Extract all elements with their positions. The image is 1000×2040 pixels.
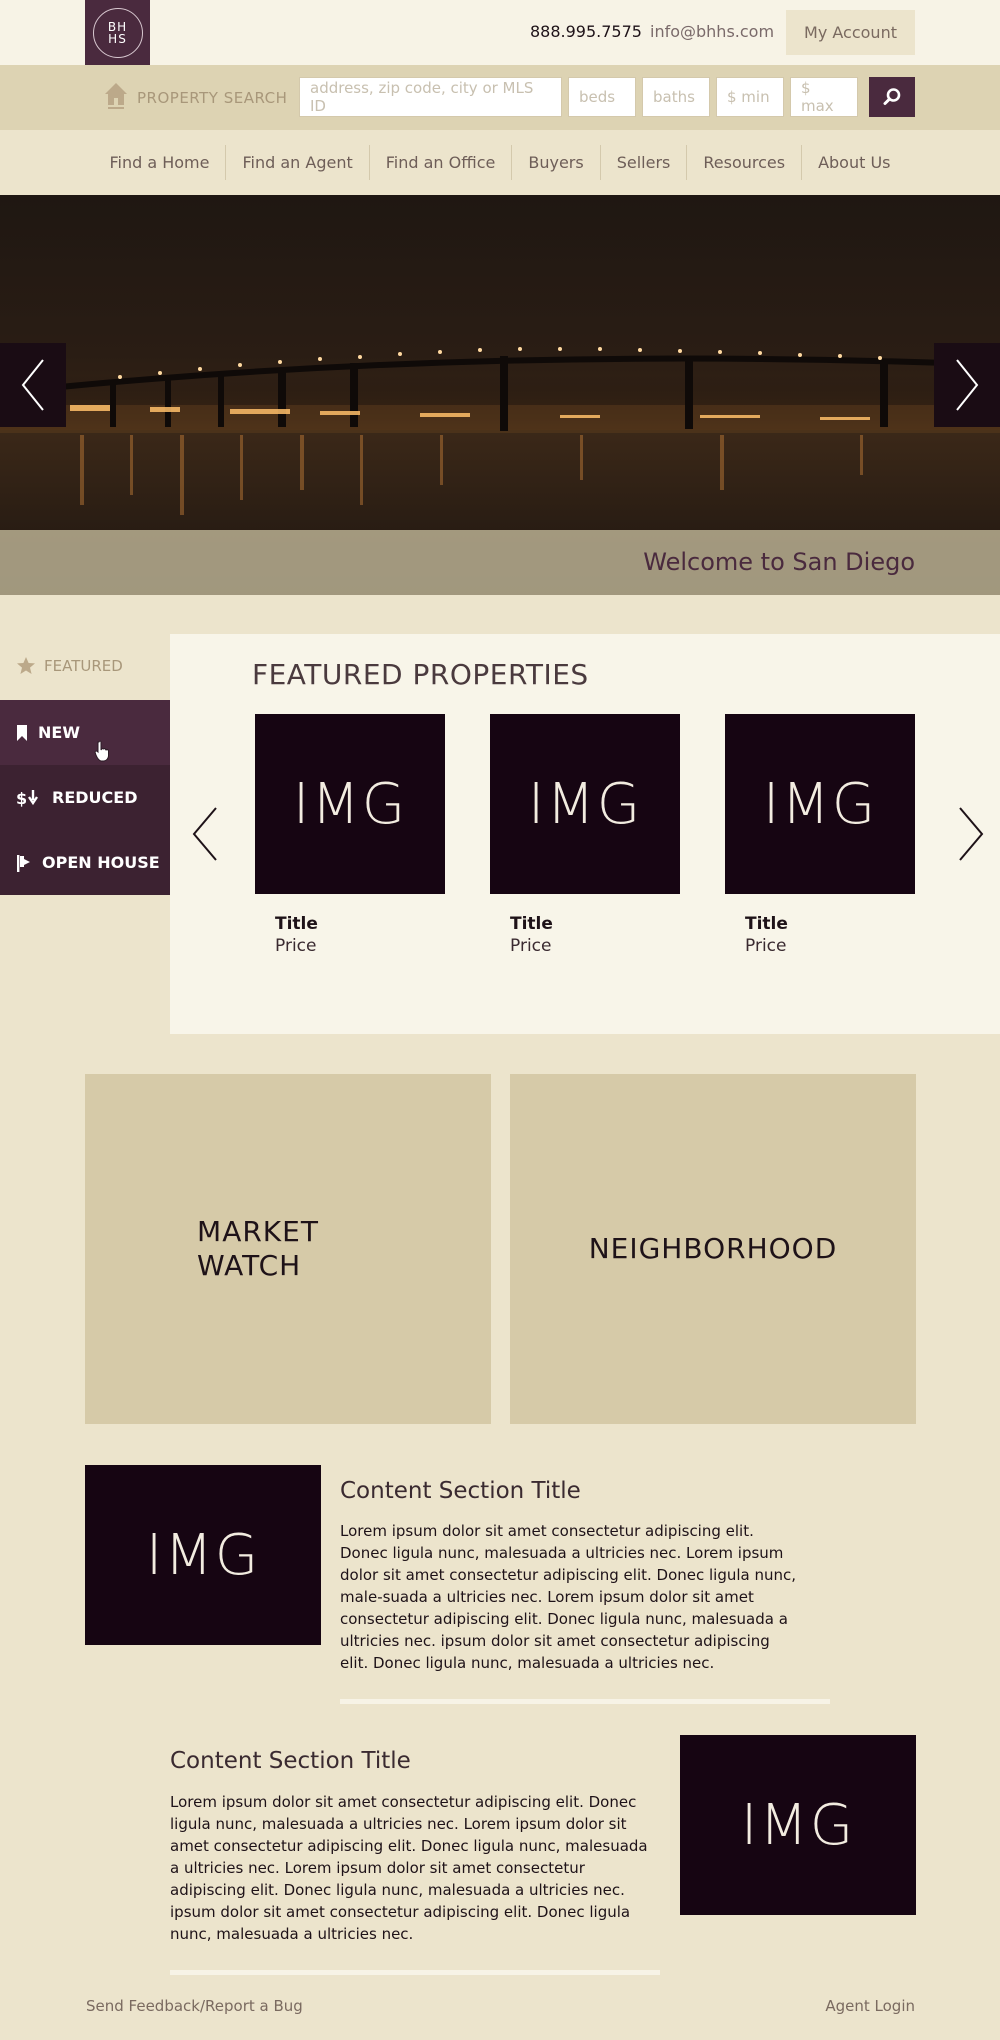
market-watch-label: MARKET WATCH — [197, 1215, 319, 1283]
top-bar: BH HS 888.995.7575 info@bhhs.com My Acco… — [0, 0, 1000, 65]
price-reduced-icon: $ — [16, 789, 38, 807]
property-image: IMG — [255, 714, 445, 894]
content-section-title: Content Section Title — [340, 1478, 581, 1504]
address-search-input[interactable]: address, zip code, city or MLS ID — [299, 77, 562, 117]
hero-caption-bar: Welcome to San Diego — [0, 530, 1000, 595]
neighborhood-tile[interactable]: NEIGHBORHOOD — [510, 1074, 916, 1424]
min-price-input[interactable]: $ min — [716, 77, 784, 117]
address-placeholder: address, zip code, city or MLS ID — [310, 79, 534, 115]
property-title: Title — [275, 914, 318, 934]
nav-find-an-agent[interactable]: Find an Agent — [225, 145, 368, 180]
max-price-placeholder: $ max — [801, 79, 834, 115]
house-icon — [105, 83, 127, 109]
featured-properties-title: FEATURED PROPERTIES — [252, 658, 589, 691]
property-title: Title — [510, 914, 553, 934]
content-section-body: Lorem ipsum dolor sit amet consectetur a… — [340, 1522, 797, 1672]
market-watch-line2: WATCH — [197, 1249, 302, 1282]
property-price: Price — [745, 936, 787, 956]
property-search-label: PROPERTY SEARCH — [137, 89, 288, 107]
nav-sellers[interactable]: Sellers — [599, 145, 687, 180]
property-price: Price — [510, 936, 552, 956]
hero-caption: Welcome to San Diego — [643, 548, 915, 576]
max-price-input[interactable]: $ max — [790, 77, 858, 117]
nav-find-a-home[interactable]: Find a Home — [93, 145, 225, 180]
tab-open-house[interactable]: OPEN HOUSE — [0, 830, 170, 895]
hero-prev-button[interactable] — [0, 343, 66, 427]
svg-text:$: $ — [16, 789, 27, 807]
search-icon — [883, 88, 901, 105]
property-image: IMG — [725, 714, 915, 894]
my-account-button[interactable]: My Account — [786, 10, 915, 55]
phone-number[interactable]: 888.995.7575 — [530, 22, 642, 41]
logo-seal: BH HS — [92, 7, 143, 58]
property-card[interactable]: IMG Title Price — [725, 714, 915, 956]
tab-open-house-label: OPEN HOUSE — [42, 853, 160, 872]
carousel-prev-icon[interactable] — [188, 804, 228, 864]
property-price: Price — [275, 936, 317, 956]
main-nav: Find a Home Find an Agent Find an Office… — [0, 130, 1000, 195]
section-divider — [170, 1970, 660, 1975]
neighborhood-label: NEIGHBORHOOD — [588, 1232, 838, 1265]
baths-input[interactable]: baths — [642, 77, 710, 117]
section-divider — [340, 1699, 830, 1704]
property-image: IMG — [490, 714, 680, 894]
featured-label-text: FEATURED — [44, 657, 123, 675]
hero-next-button[interactable] — [934, 343, 1000, 427]
property-title: Title — [745, 914, 788, 934]
nav-buyers[interactable]: Buyers — [511, 145, 599, 180]
logo-text: BH HS — [107, 19, 128, 46]
tab-new[interactable]: NEW — [0, 700, 170, 765]
carousel-next-icon[interactable] — [952, 804, 992, 864]
flag-icon — [17, 854, 30, 872]
featured-label: FEATURED — [16, 656, 123, 676]
bookmark-icon — [17, 724, 27, 741]
tab-new-label: NEW — [38, 723, 80, 742]
agent-login-link[interactable]: Agent Login — [825, 1997, 915, 2015]
chevron-left-icon — [21, 359, 44, 411]
nav-about-us[interactable]: About Us — [801, 145, 906, 180]
market-watch-tile[interactable]: MARKET WATCH — [85, 1074, 491, 1424]
beds-input[interactable]: beds — [568, 77, 636, 117]
nav-find-an-office[interactable]: Find an Office — [368, 145, 512, 180]
tab-reduced[interactable]: $ REDUCED — [0, 765, 170, 830]
property-card[interactable]: IMG Title Price — [255, 714, 445, 956]
min-price-placeholder: $ min — [727, 88, 770, 106]
bhhs-logo[interactable]: BH HS — [85, 0, 150, 65]
market-watch-line1: MARKET — [197, 1215, 319, 1248]
content-section-title: Content Section Title — [170, 1748, 411, 1774]
featured-section: FEATURED NEW $ REDUCED OPEN HOUSE FEATUR… — [0, 634, 1000, 1034]
baths-placeholder: baths — [653, 88, 695, 106]
beds-placeholder: beds — [579, 88, 616, 106]
chevron-right-icon — [956, 359, 979, 411]
send-feedback-link[interactable]: Send Feedback/Report a Bug — [86, 1997, 303, 2015]
nav-resources[interactable]: Resources — [686, 145, 801, 180]
content-image: IMG — [85, 1465, 321, 1645]
hand-cursor-icon — [94, 740, 109, 762]
hero-slider: Welcome to San Diego — [0, 195, 1000, 595]
star-icon — [17, 657, 35, 674]
search-button[interactable] — [869, 77, 915, 117]
email-link[interactable]: info@bhhs.com — [650, 22, 774, 41]
content-image: IMG — [680, 1735, 916, 1915]
content-section-body: Lorem ipsum dolor sit amet consectetur a… — [170, 1793, 648, 1943]
property-search-bar: PROPERTY SEARCH address, zip code, city … — [0, 65, 1000, 130]
property-card[interactable]: IMG Title Price — [490, 714, 680, 956]
tab-reduced-label: REDUCED — [52, 788, 138, 807]
